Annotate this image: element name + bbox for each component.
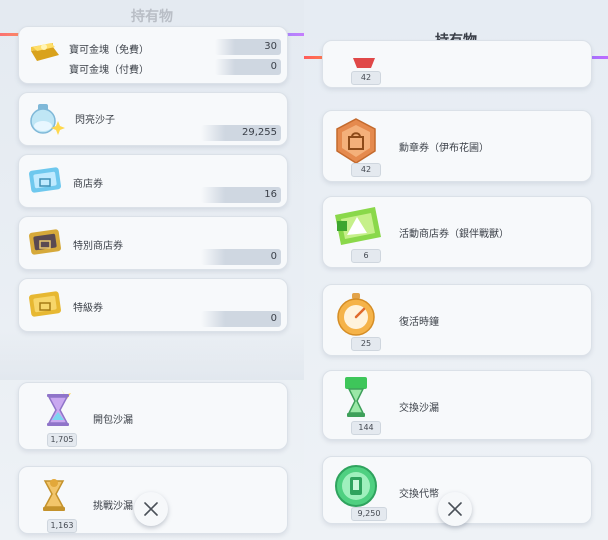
item-name: 交換代幣: [399, 489, 439, 500]
item-count: 144: [351, 421, 381, 435]
list-item-pack-hourglass[interactable]: 1,705 開包沙漏: [18, 382, 288, 450]
item-amount: 0: [215, 59, 281, 75]
list-item-emblem-ticket[interactable]: 42 勳章券（伊布花圃）: [322, 110, 592, 182]
item-name: 勳章券（伊布花圃）: [399, 143, 489, 154]
item-name: 交換沙漏: [399, 403, 439, 414]
list-item-premium-ticket[interactable]: 特級券 0: [18, 278, 288, 332]
special-shop-ticket-icon: [27, 225, 63, 261]
pack-hourglass-icon: [41, 387, 75, 437]
item-name: 挑戰沙漏: [93, 501, 133, 512]
section-fade: [0, 330, 304, 380]
list-item-revival-clock[interactable]: 25 復活時鐘: [322, 284, 592, 356]
item-count: 42: [351, 163, 381, 177]
item-amount: 0: [201, 311, 281, 327]
item-name: 開包沙漏: [93, 415, 133, 426]
item-count: 1,705: [47, 433, 77, 447]
close-button[interactable]: [438, 492, 472, 526]
shop-ticket-icon: [27, 163, 63, 199]
gold-bar-icon: [27, 37, 61, 71]
shiny-sand-icon: [25, 101, 65, 141]
challenge-hourglass-icon: [37, 475, 71, 521]
list-item-event-shop-ticket[interactable]: 6 活動商店券（銀伴戰獸）: [322, 196, 592, 268]
list-item-trade-hourglass[interactable]: 144 交換沙漏: [322, 370, 592, 440]
premium-ticket-icon: [27, 287, 63, 323]
close-icon: [144, 502, 158, 516]
page-title: 持有物: [131, 9, 173, 25]
item-name: 特級券: [73, 303, 103, 314]
trade-token-icon: [333, 463, 379, 513]
item-name: 寶可金塊（付費）: [69, 65, 149, 76]
emblem-ticket-icon: [331, 117, 381, 169]
list-item-shiny-sand[interactable]: 閃亮沙子 29,255: [18, 92, 288, 146]
revival-clock-icon: [333, 291, 379, 341]
item-amount: 16: [201, 187, 281, 203]
item-count: 6: [351, 249, 381, 263]
close-icon: [448, 502, 462, 516]
item-name: 活動商店券（銀伴戰獸）: [399, 229, 509, 240]
item-name: 特別商店券: [73, 241, 123, 252]
item-count: 42: [351, 71, 381, 85]
item-count: 9,250: [351, 507, 387, 521]
list-item-poke-gold[interactable]: 寶可金塊（免費） 30 寶可金塊（付費） 0: [18, 26, 288, 84]
item-count: 1,163: [47, 519, 77, 533]
item-amount: 0: [201, 249, 281, 265]
right-inventory-panel: 持有物 42 42 勳章券（伊布花圃）: [304, 0, 608, 540]
item-name: 寶可金塊（免費）: [69, 45, 149, 56]
left-inventory-panel: 持有物 寶可金塊（免費） 30 寶可金塊（付費） 0 閃亮沙子 29,255 商…: [0, 0, 304, 540]
item-name: 復活時鐘: [399, 317, 439, 328]
close-button[interactable]: [134, 492, 168, 526]
trade-hourglass-icon: [339, 375, 375, 425]
item-name: 商店券: [73, 179, 103, 190]
list-item-special-shop-ticket[interactable]: 特別商店券 0: [18, 216, 288, 270]
event-shop-ticket-icon: [331, 203, 383, 253]
item-name: 閃亮沙子: [75, 115, 115, 126]
item-amount: 30: [215, 39, 281, 55]
list-item-partial[interactable]: 42: [322, 40, 592, 88]
item-amount: 29,255: [201, 125, 281, 141]
item-count: 25: [351, 337, 381, 351]
list-item-shop-ticket[interactable]: 商店券 16: [18, 154, 288, 208]
